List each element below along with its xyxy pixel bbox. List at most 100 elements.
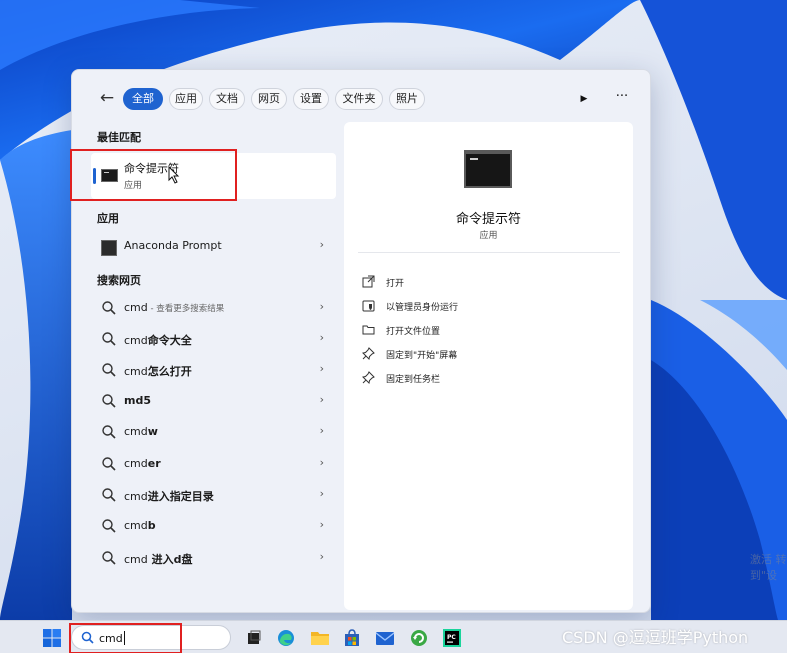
action-label: 打开 (386, 279, 405, 289)
suggested-part: b (147, 519, 156, 532)
web-result-label: cmd命令大全 (124, 332, 192, 348)
refresh-app-icon[interactable] (409, 628, 429, 648)
command-prompt-large-icon (464, 150, 512, 188)
chevron-right-icon: › (319, 300, 324, 313)
search-icon (102, 301, 116, 315)
typed-part: cmd (124, 425, 148, 438)
web-result-item[interactable]: cmd命令大全 › (91, 326, 336, 352)
anaconda-prompt-icon (101, 240, 117, 256)
chevron-right-icon: › (319, 362, 324, 375)
pycharm-icon[interactable]: PC (442, 628, 462, 648)
search-icon (102, 363, 116, 377)
suggested-part: w (147, 425, 158, 438)
chevron-right-icon: › (319, 518, 324, 531)
filter-chip-documents[interactable]: 文档 (209, 88, 245, 110)
preview-title: 命令提示符 (455, 212, 521, 227)
app-result-label: Anaconda Prompt (124, 239, 222, 252)
suggested-part: 进入指定目录 (147, 490, 214, 503)
typed-part: cmd (124, 457, 148, 470)
search-icon (102, 457, 116, 471)
web-result-cmd[interactable]: cmd - 查看更多搜索结果 › (91, 295, 336, 321)
file-explorer-icon[interactable] (310, 628, 330, 648)
filter-chip-apps[interactable]: 应用 (169, 88, 203, 110)
typed-part: cmd (124, 334, 148, 347)
action-label: 固定到任务栏 (386, 375, 441, 385)
suggested-part: er (147, 457, 161, 470)
typed-part: cmd (124, 519, 148, 532)
search-icon (102, 551, 116, 565)
activation-watermark: 激活 转到"设 (750, 553, 787, 582)
filter-chip-all[interactable]: 全部 (123, 88, 163, 110)
web-result-label: cmdb (124, 519, 156, 532)
web-result-label: cmdw (124, 425, 158, 438)
filter-chip-photos[interactable]: 照片 (389, 88, 425, 110)
web-result-label: cmder (124, 457, 161, 470)
back-arrow-icon[interactable]: ← (96, 88, 118, 110)
filter-chip-folders[interactable]: 文件夹 (335, 88, 383, 110)
pin-icon (362, 347, 375, 360)
web-result-hint: - 查看更多搜索结果 (147, 304, 225, 314)
action-open[interactable]: 打开 (358, 272, 578, 292)
microsoft-store-icon[interactable] (342, 628, 362, 648)
shield-admin-icon (362, 300, 375, 312)
web-result-item[interactable]: cmdw › (91, 419, 336, 445)
search-icon (102, 332, 116, 346)
play-icon[interactable]: ▶ (576, 90, 592, 108)
divider (358, 252, 620, 253)
windows-start-icon[interactable] (42, 628, 62, 648)
web-result-item[interactable]: cmdb › (91, 513, 336, 539)
web-search-heading: 搜索网页 (97, 274, 141, 287)
web-result-query: cmd (124, 301, 148, 314)
suggested-part: 怎么打开 (147, 365, 192, 378)
edge-browser-icon[interactable] (276, 628, 296, 648)
action-label: 打开文件位置 (386, 327, 441, 337)
svg-text:PC: PC (447, 634, 456, 641)
chevron-right-icon: › (319, 331, 324, 344)
highlight-box-best-match (70, 149, 237, 201)
chevron-right-icon: › (319, 487, 324, 500)
filter-chip-web[interactable]: 网页 (251, 88, 287, 110)
app-result-anaconda-prompt[interactable]: Anaconda Prompt › (91, 233, 336, 259)
search-icon (102, 488, 116, 502)
more-dots-icon[interactable]: ··· (612, 88, 632, 110)
folder-icon (362, 325, 375, 335)
pin-icon (362, 371, 375, 384)
action-label: 以管理员身份运行 (386, 303, 459, 313)
suggested-part: md5 (124, 394, 151, 407)
suggested-part: 命令大全 (147, 334, 192, 347)
typed-part: cmd (124, 553, 148, 566)
filter-bar: ← 全部 应用 文档 网页 设置 文件夹 照片 ▶ ··· (90, 87, 638, 111)
web-result-label: cmd进入指定目录 (124, 488, 214, 504)
web-result-label: cmd - 查看更多搜索结果 (124, 301, 224, 314)
typed-part: cmd (124, 365, 148, 378)
web-result-item[interactable]: cmd怎么打开 › (91, 357, 336, 383)
web-result-item[interactable]: cmd 进入d盘 › (91, 545, 336, 571)
chevron-right-icon: › (319, 424, 324, 437)
task-view-icon[interactable] (244, 628, 264, 648)
search-icon (102, 394, 116, 408)
typed-part: cmd (124, 490, 148, 503)
mail-icon[interactable] (375, 628, 395, 648)
highlight-box-search (69, 623, 182, 653)
action-pin-to-taskbar[interactable]: 固定到任务栏 (358, 368, 578, 388)
web-result-item[interactable]: cmder › (91, 451, 336, 477)
apps-heading: 应用 (97, 212, 119, 225)
csdn-credit-watermark: CSDN @逗逗班学Python (562, 628, 749, 647)
preview-type: 应用 (479, 231, 498, 241)
action-run-as-admin[interactable]: 以管理员身份运行 (358, 296, 578, 316)
chevron-right-icon: › (319, 456, 324, 469)
web-result-item[interactable]: cmd进入指定目录 › (91, 482, 336, 508)
suggested-part: 进入d盘 (147, 553, 193, 566)
web-result-label: cmd 进入d盘 (124, 551, 192, 567)
action-open-file-location[interactable]: 打开文件位置 (358, 320, 578, 340)
best-match-heading: 最佳匹配 (97, 131, 141, 144)
chevron-right-icon: › (319, 550, 324, 563)
start-search-panel: ← 全部 应用 文档 网页 设置 文件夹 照片 ▶ ··· 最佳匹配 命令提示符… (70, 69, 651, 613)
web-result-item[interactable]: md5 › (91, 388, 336, 414)
action-label: 固定到"开始"屏幕 (386, 351, 458, 361)
action-pin-to-start[interactable]: 固定到"开始"屏幕 (358, 344, 578, 364)
search-icon (102, 425, 116, 439)
chevron-right-icon: › (319, 393, 324, 406)
filter-chip-settings[interactable]: 设置 (293, 88, 329, 110)
web-result-label: cmd怎么打开 (124, 363, 192, 379)
